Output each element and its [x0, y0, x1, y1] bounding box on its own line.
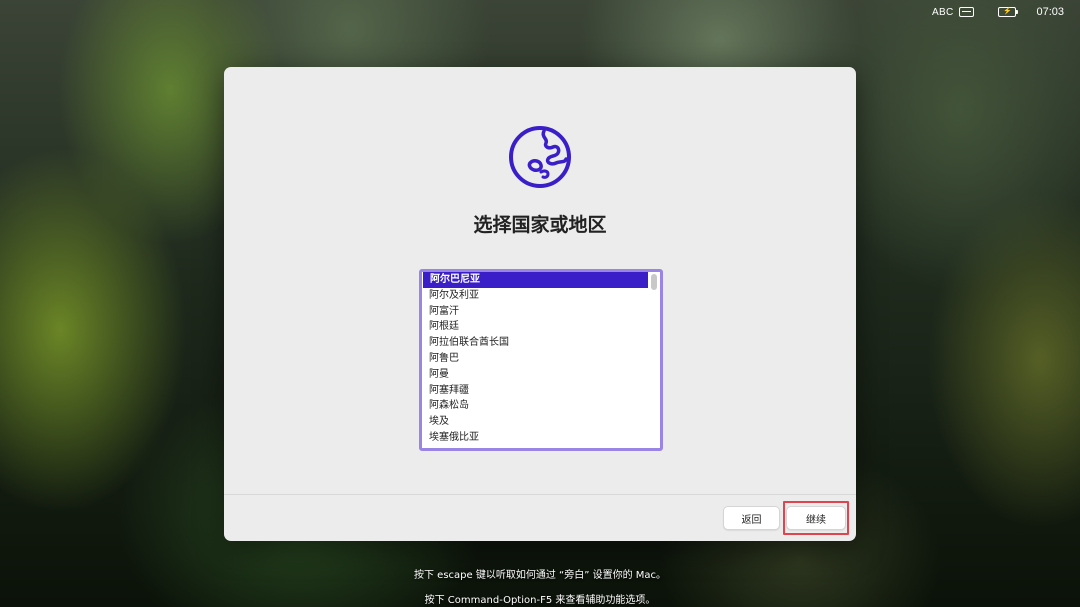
list-item[interactable]: 埃塞俄比亚	[422, 430, 648, 446]
accessibility-hint: 按下 Command-Option-F5 来查看辅助功能选项。	[424, 595, 656, 606]
list-item[interactable]: 阿曼	[422, 367, 648, 383]
list-item[interactable]: 阿森松岛	[422, 398, 648, 414]
keyboard-icon[interactable]	[959, 7, 975, 17]
voiceover-hint: 按下 escape 键以听取如何通过 “旁白” 设置你的 Mac。	[414, 570, 666, 581]
menu-bar: ABC ⚡ 07:03	[932, 0, 1080, 24]
list-item[interactable]: 阿鲁巴	[422, 351, 648, 367]
list-item[interactable]: 阿尔及利亚	[422, 288, 648, 304]
battery-charging-icon[interactable]: ⚡	[998, 7, 1019, 17]
clock[interactable]: 07:03	[1036, 6, 1064, 18]
country-list[interactable]: 阿尔巴尼亚 阿尔及利亚 阿富汗 阿根廷 阿拉伯联合酋长国 阿鲁巴 阿曼 阿塞拜疆 阿森松岛 埃及埃…	[419, 269, 663, 451]
setup-assistant-window: 选择国家或地区 阿尔巴尼亚 阿尔及利亚 阿富汗 阿根廷 阿拉伯联合酋长国 阿鲁巴 阿曼 阿塞拜…	[224, 67, 856, 541]
continue-button[interactable]: 继续	[786, 506, 846, 530]
list-item[interactable]: 埃及	[422, 414, 648, 430]
input-source-label[interactable]: ABC	[932, 7, 953, 18]
list-item[interactable]: 阿拉伯联合酋长国	[422, 335, 648, 351]
globe-icon	[509, 126, 571, 188]
desktop-background: ABC ⚡ 07:03 选择国家或地区 阿尔巴尼亚 阿尔及利亚 阿富汗 阿根廷 阿拉伯联…	[0, 0, 1080, 607]
list-item[interactable]: 阿塞拜疆	[422, 383, 648, 399]
scrollbar-thumb[interactable]	[651, 274, 657, 290]
back-button[interactable]: 返回	[723, 506, 780, 530]
list-item[interactable]: 阿根廷	[422, 319, 648, 335]
list-scrollbar[interactable]	[651, 274, 658, 446]
page-title: 选择国家或地区	[473, 214, 607, 236]
footer-divider	[224, 494, 856, 495]
list-item[interactable]: 阿尔巴尼亚	[423, 272, 648, 288]
list-item[interactable]: 阿富汗	[422, 304, 648, 320]
